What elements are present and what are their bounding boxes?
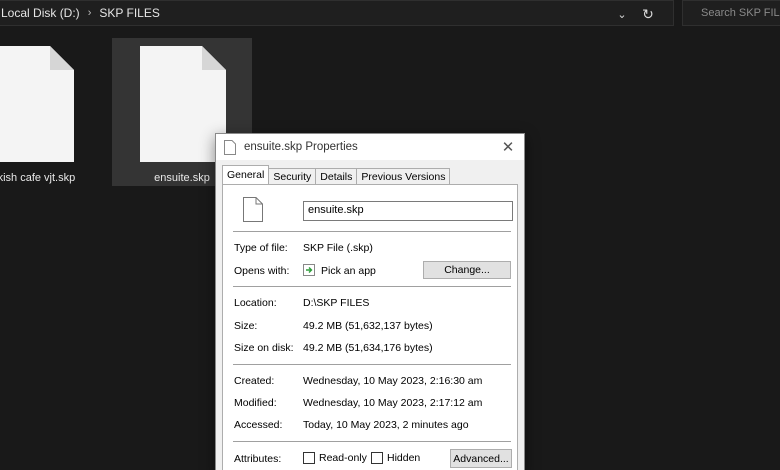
created-label: Created: — [234, 375, 275, 387]
accessed-label: Accessed: — [234, 419, 283, 431]
tab-security[interactable]: Security — [268, 168, 317, 184]
change-button[interactable]: Change... — [423, 261, 511, 279]
chevron-down-icon[interactable]: ⌄ — [613, 5, 631, 23]
tab-general[interactable]: General — [222, 165, 270, 184]
size-on-disk-label: Size on disk: — [234, 342, 294, 354]
dialog-title: ensuite.skp Properties — [244, 141, 358, 153]
search-placeholder: Search SKP FILES — [701, 7, 780, 19]
checkbox-box[interactable] — [371, 452, 383, 464]
attributes-label: Attributes: — [234, 453, 282, 465]
created-value: Wednesday, 10 May 2023, 2:16:30 am — [303, 375, 483, 387]
tab-strip: General Security Details Previous Versio… — [222, 165, 451, 184]
file-name: turkish cafe vjt.skp — [0, 172, 76, 184]
document-icon — [224, 139, 236, 155]
tab-details[interactable]: Details — [315, 168, 358, 184]
divider — [233, 286, 511, 287]
breadcrumb-folder[interactable]: SKP FILES — [99, 6, 159, 20]
tab-previous-versions[interactable]: Previous Versions — [356, 168, 451, 184]
explorer-window: Local Disk (D:) › SKP FILES ⌄ ↻ Search S… — [0, 0, 780, 470]
checkbox-box[interactable] — [303, 452, 315, 464]
readonly-label: Read-only — [319, 452, 367, 464]
size-value: 49.2 MB (51,632,137 bytes) — [303, 320, 433, 332]
hidden-label: Hidden — [387, 452, 421, 464]
opens-with-value: Pick an app — [303, 264, 376, 277]
document-icon — [140, 46, 226, 162]
breadcrumb-drive[interactable]: Local Disk (D:) — [1, 6, 80, 20]
advanced-button[interactable]: Advanced... — [450, 449, 512, 468]
properties-dialog: ensuite.skp Properties ✕ General Securit… — [215, 133, 525, 470]
opens-with-label: Opens with: — [234, 265, 290, 277]
file-tile[interactable]: turkish cafe vjt.skp — [0, 38, 100, 186]
size-on-disk-value: 49.2 MB (51,634,176 bytes) — [303, 342, 433, 354]
readonly-checkbox[interactable]: Read-only — [303, 452, 367, 464]
general-panel: ensuite.skp Type of file: SKP File (.skp… — [222, 184, 518, 470]
divider — [233, 364, 511, 365]
opens-with-text: Pick an app — [321, 265, 376, 277]
accessed-value: Today, 10 May 2023, 2 minutes ago — [303, 419, 469, 431]
file-name-input[interactable]: ensuite.skp — [303, 201, 513, 221]
dialog-titlebar[interactable]: ensuite.skp Properties ✕ — [216, 134, 524, 160]
hidden-checkbox[interactable]: Hidden — [371, 452, 420, 464]
breadcrumb-separator-icon[interactable]: › — [88, 7, 92, 19]
type-value: SKP File (.skp) — [303, 242, 373, 254]
location-value: D:\SKP FILES — [303, 297, 370, 309]
document-icon — [0, 46, 74, 162]
refresh-icon[interactable]: ↻ — [639, 5, 657, 23]
document-icon — [243, 197, 263, 222]
divider — [233, 441, 511, 442]
modified-label: Modified: — [234, 397, 277, 409]
divider — [233, 231, 511, 232]
close-icon[interactable]: ✕ — [498, 137, 518, 157]
pick-app-icon — [303, 264, 315, 276]
location-label: Location: — [234, 297, 277, 309]
type-label: Type of file: — [234, 242, 288, 254]
search-box[interactable]: Search SKP FILES — [682, 0, 780, 26]
explorer-toolbar: Local Disk (D:) › SKP FILES ⌄ ↻ Search S… — [0, 0, 780, 28]
address-bar[interactable]: Local Disk (D:) › SKP FILES ⌄ ↻ — [0, 0, 674, 26]
size-label: Size: — [234, 320, 258, 332]
modified-value: Wednesday, 10 May 2023, 2:17:12 am — [303, 397, 483, 409]
